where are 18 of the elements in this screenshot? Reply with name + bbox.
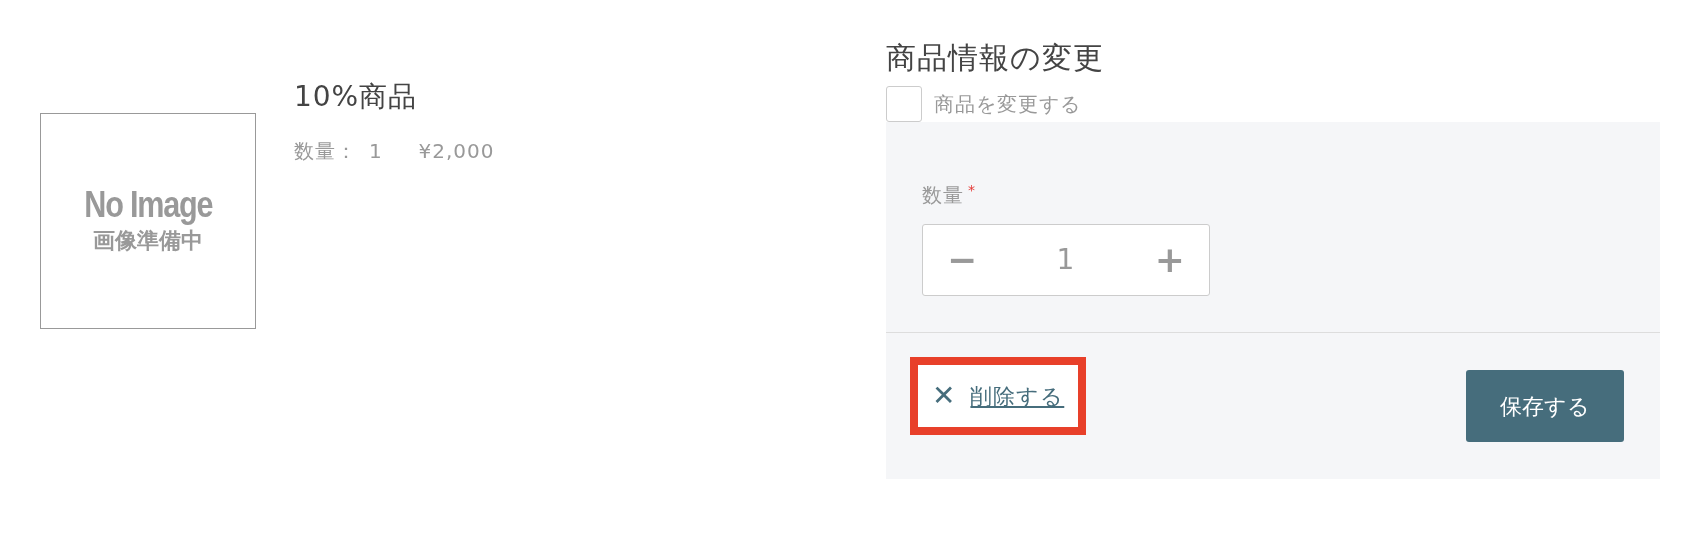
- placeholder-subtitle: 画像準備中: [93, 227, 203, 256]
- checkbox-label: 商品を変更する: [934, 91, 1081, 118]
- quantity-field-label: 数量: [922, 183, 964, 207]
- quantity-stepper[interactable]: − 1 +: [922, 224, 1210, 296]
- increment-button[interactable]: +: [1150, 242, 1189, 278]
- delete-link[interactable]: ✕ 削除する: [910, 357, 1087, 435]
- panel-heading: 商品情報の変更: [886, 40, 1105, 76]
- placeholder-title: No Image: [84, 184, 212, 225]
- product-name: 10%商品: [294, 79, 419, 115]
- quantity-value: 1: [368, 138, 383, 165]
- change-product-checkbox[interactable]: [886, 86, 922, 122]
- decrement-button[interactable]: −: [943, 242, 982, 278]
- close-icon: ✕: [932, 375, 957, 417]
- quantity-input-value: 1: [1056, 242, 1076, 278]
- quantity-label: 数量：: [294, 138, 357, 165]
- save-button[interactable]: 保存する: [1466, 370, 1624, 442]
- required-mark: *: [967, 182, 976, 198]
- product-price: ¥2,000: [418, 138, 495, 165]
